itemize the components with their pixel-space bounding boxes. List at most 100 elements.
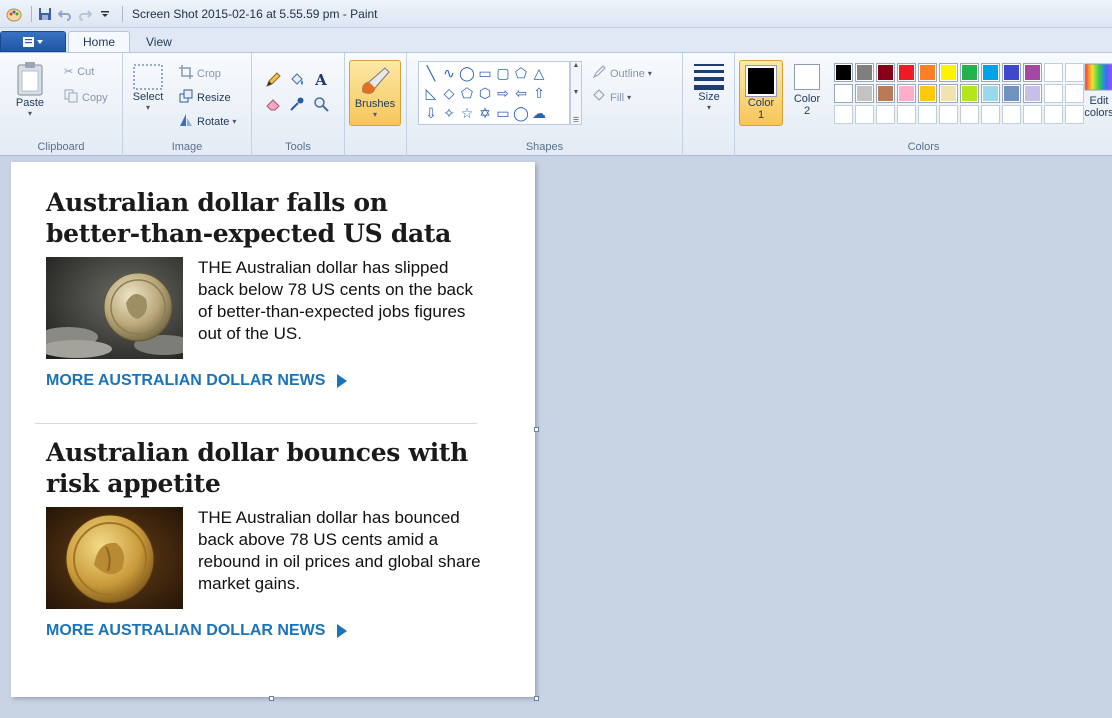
left-arrow-shape-icon[interactable]: ⇦ bbox=[512, 83, 530, 103]
palette-color-swatch[interactable] bbox=[834, 63, 853, 82]
palette-color-swatch[interactable] bbox=[981, 63, 1000, 82]
palette-color-swatch[interactable] bbox=[918, 105, 937, 124]
five-point-star-shape-icon[interactable]: ☆ bbox=[458, 103, 476, 123]
more-news-link[interactable]: MORE AUSTRALIAN DOLLAR NEWS bbox=[46, 372, 481, 390]
redo-icon[interactable] bbox=[77, 6, 93, 22]
rounded-callout-shape-icon[interactable]: ▭ bbox=[494, 103, 512, 123]
line-shape-icon[interactable]: ╲ bbox=[422, 63, 440, 83]
palette-color-swatch[interactable] bbox=[876, 63, 895, 82]
cut-button[interactable]: ✂ Cut bbox=[64, 65, 94, 79]
shapes-gallery-scroll[interactable]: ▲ ▼ ☰ bbox=[570, 61, 582, 125]
six-point-star-shape-icon[interactable]: ✡ bbox=[476, 103, 494, 123]
image-canvas[interactable]: Australian dollar falls on better-than-e… bbox=[11, 162, 535, 697]
palette-color-swatch[interactable] bbox=[897, 105, 916, 124]
edit-colors-button[interactable]: Edit colors bbox=[1079, 63, 1112, 119]
article-summary: THE Australian dollar has bounced back a… bbox=[198, 508, 481, 593]
curve-shape-icon[interactable]: ∿ bbox=[440, 63, 458, 83]
resize-button[interactable]: Resize bbox=[179, 89, 231, 106]
palette-color-swatch[interactable] bbox=[1044, 63, 1063, 82]
select-button[interactable]: Select ▾ bbox=[131, 63, 165, 112]
down-arrow-shape-icon[interactable]: ⇩ bbox=[422, 103, 440, 123]
size-button[interactable]: Size ▾ bbox=[689, 61, 729, 112]
color2-swatch-frame bbox=[794, 64, 820, 90]
rounded-rectangle-shape-icon[interactable]: ▢ bbox=[494, 63, 512, 83]
palette-color-swatch[interactable] bbox=[918, 63, 937, 82]
paste-button[interactable]: Paste ▾ bbox=[12, 61, 48, 118]
oval-callout-shape-icon[interactable]: ◯ bbox=[512, 103, 530, 123]
palette-color-swatch[interactable] bbox=[834, 105, 853, 124]
palette-color-swatch[interactable] bbox=[981, 84, 1000, 103]
fill-button[interactable]: Fill ▾ bbox=[592, 89, 631, 106]
palette-color-swatch[interactable] bbox=[876, 84, 895, 103]
right-arrow-shape-icon[interactable]: ⇨ bbox=[494, 83, 512, 103]
fill-bucket-icon[interactable] bbox=[286, 69, 308, 91]
palette-color-swatch[interactable] bbox=[1044, 84, 1063, 103]
color2-button[interactable]: Color 2 bbox=[787, 64, 827, 117]
up-arrow-shape-icon[interactable]: ⇧ bbox=[530, 83, 548, 103]
more-news-label: MORE AUSTRALIAN DOLLAR NEWS bbox=[46, 622, 326, 639]
resize-handle-right[interactable] bbox=[534, 427, 539, 432]
palette-color-swatch[interactable] bbox=[1002, 105, 1021, 124]
brushes-button[interactable]: Brushes ▾ bbox=[349, 60, 401, 126]
magnifier-icon[interactable] bbox=[310, 93, 332, 115]
chevron-down-icon[interactable]: ▼ bbox=[573, 89, 580, 96]
save-icon[interactable] bbox=[37, 6, 53, 22]
palette-color-swatch[interactable] bbox=[960, 63, 979, 82]
palette-color-swatch[interactable] bbox=[897, 84, 916, 103]
undo-icon[interactable] bbox=[57, 6, 73, 22]
right-triangle-shape-icon[interactable]: ◺ bbox=[422, 83, 440, 103]
group-label: Colors bbox=[907, 141, 940, 153]
paint-app-icon[interactable] bbox=[6, 6, 22, 22]
chevron-up-icon[interactable]: ▲ bbox=[573, 62, 580, 69]
rotate-button[interactable]: Rotate ▾ bbox=[179, 113, 236, 130]
eraser-icon[interactable] bbox=[262, 93, 284, 115]
palette-color-swatch[interactable] bbox=[960, 105, 979, 124]
palette-color-swatch[interactable] bbox=[1023, 63, 1042, 82]
palette-color-swatch[interactable] bbox=[897, 63, 916, 82]
pentagon-shape-icon[interactable]: ⬠ bbox=[458, 83, 476, 103]
palette-color-swatch[interactable] bbox=[981, 105, 1000, 124]
palette-color-swatch[interactable] bbox=[855, 63, 874, 82]
color-picker-icon[interactable] bbox=[286, 93, 308, 115]
outline-button[interactable]: Outline ▾ bbox=[592, 65, 652, 82]
gallery-more-icon[interactable]: ☰ bbox=[573, 116, 579, 124]
palette-color-swatch[interactable] bbox=[960, 84, 979, 103]
palette-color-swatch[interactable] bbox=[1002, 84, 1021, 103]
tab-view[interactable]: View bbox=[132, 31, 186, 52]
article-headline: Australian dollar falls on better-than-e… bbox=[46, 188, 452, 248]
palette-color-swatch[interactable] bbox=[1044, 105, 1063, 124]
resize-handle-corner[interactable] bbox=[534, 696, 539, 701]
palette-color-swatch[interactable] bbox=[855, 84, 874, 103]
separator bbox=[122, 5, 123, 22]
pencil-icon[interactable] bbox=[262, 69, 284, 91]
customize-toolbar-icon[interactable] bbox=[97, 6, 113, 22]
more-news-link[interactable]: MORE AUSTRALIAN DOLLAR NEWS bbox=[46, 622, 481, 640]
text-tool-icon[interactable]: A bbox=[310, 69, 332, 91]
size-group: Size ▾ bbox=[683, 53, 735, 156]
rectangle-shape-icon[interactable]: ▭ bbox=[476, 63, 494, 83]
palette-color-swatch[interactable] bbox=[918, 84, 937, 103]
file-menu-button[interactable] bbox=[0, 31, 66, 52]
crop-button[interactable]: Crop bbox=[179, 65, 221, 82]
tab-home[interactable]: Home bbox=[68, 31, 131, 52]
palette-color-swatch[interactable] bbox=[1023, 105, 1042, 124]
fill-bucket-icon bbox=[592, 89, 606, 106]
palette-color-swatch[interactable] bbox=[876, 105, 895, 124]
palette-color-swatch[interactable] bbox=[855, 105, 874, 124]
resize-handle-bottom[interactable] bbox=[269, 696, 274, 701]
polygon-shape-icon[interactable]: ⬠ bbox=[512, 63, 530, 83]
palette-color-swatch[interactable] bbox=[939, 84, 958, 103]
palette-color-swatch[interactable] bbox=[1023, 84, 1042, 103]
palette-color-swatch[interactable] bbox=[939, 105, 958, 124]
color1-button[interactable]: Color 1 bbox=[739, 60, 783, 126]
palette-color-swatch[interactable] bbox=[834, 84, 853, 103]
palette-color-swatch[interactable] bbox=[939, 63, 958, 82]
copy-button[interactable]: Copy bbox=[64, 89, 108, 106]
oval-shape-icon[interactable]: ◯ bbox=[458, 63, 476, 83]
cloud-callout-shape-icon[interactable]: ☁ bbox=[530, 103, 548, 123]
four-point-star-shape-icon[interactable]: ✧ bbox=[440, 103, 458, 123]
palette-color-swatch[interactable] bbox=[1002, 63, 1021, 82]
diamond-shape-icon[interactable]: ◇ bbox=[440, 83, 458, 103]
hexagon-shape-icon[interactable]: ⬡ bbox=[476, 83, 494, 103]
triangle-shape-icon[interactable]: △ bbox=[530, 63, 548, 83]
